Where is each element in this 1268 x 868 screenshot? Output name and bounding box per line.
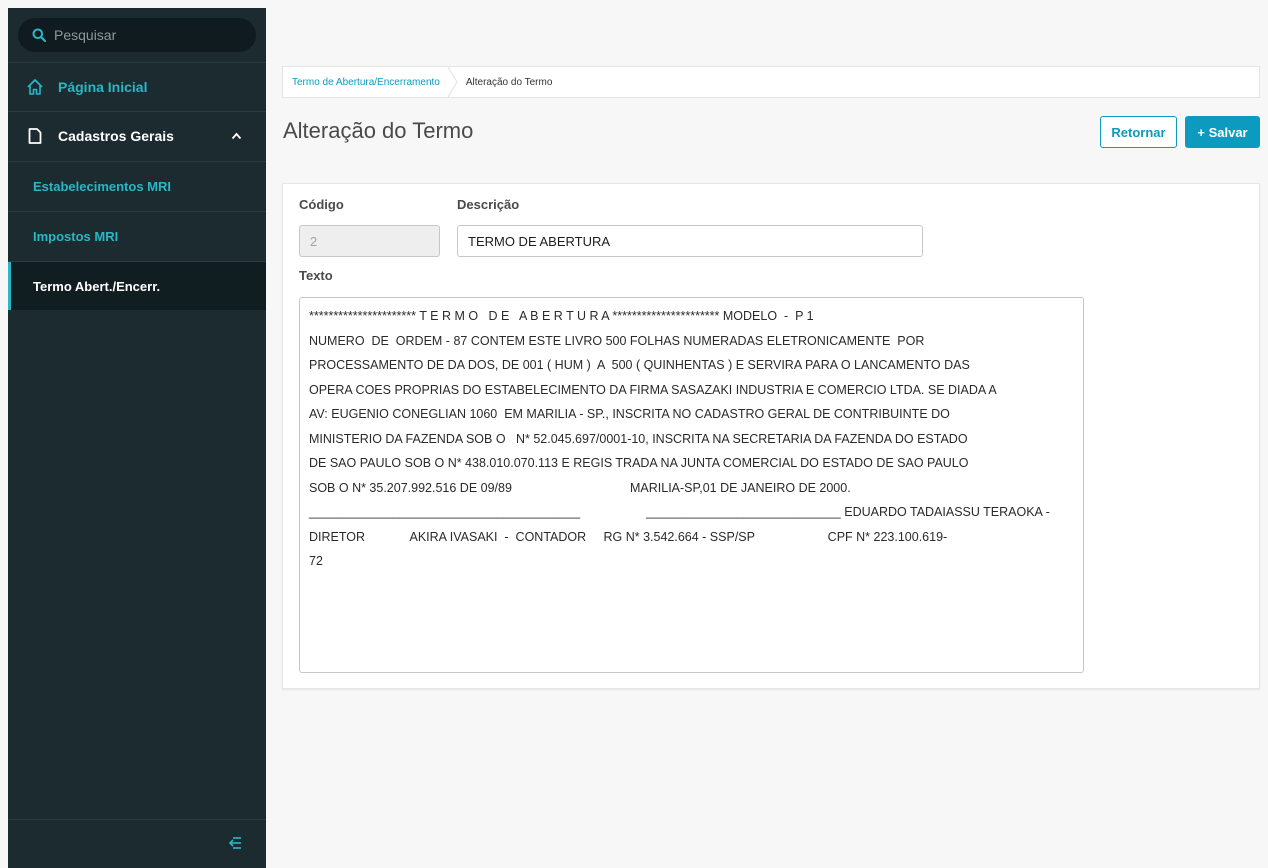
breadcrumb-link-termo[interactable]: Termo de Abertura/Encerramento [283,77,440,88]
sidebar-footer [8,819,266,868]
search-icon [32,28,46,42]
breadcrumb: Termo de Abertura/Encerramento Alteração… [282,66,1260,98]
texto-line: MINISTERIO DA FAZENDA SOB O N* 52.045.69… [309,431,968,446]
descricao-field[interactable] [457,225,923,257]
texto-line: SOB O N* 35.207.992.516 DE 09/89 MARILIA… [309,480,851,495]
texto-line: ********************** T E R M O D E A B… [309,309,814,323]
return-button[interactable]: Retornar [1100,116,1177,148]
sidebar: Página Inicial Cadastros Gerais Estabele… [8,8,266,868]
breadcrumb-current: Alteração do Termo [465,76,553,88]
texto-line: DIRETOR AKIRA IVASAKI - CONTADOR RG N* 3… [309,529,948,544]
page-title: Alteração do Termo [283,118,474,143]
sidebar-item-estabelecimentos-mri[interactable]: Estabelecimentos MRI [8,161,266,210]
search-box[interactable] [18,18,256,52]
sidebar-item-label: Página Inicial [58,79,148,95]
sidebar-item-label: Cadastros Gerais [58,128,174,144]
codigo-field [299,225,440,257]
texto-line: AV: EUGENIO CONEGLIAN 1060 EM MARILIA - … [309,407,950,421]
texto-label: Texto [299,268,333,283]
texto-line: OPERA COES PROPRIAS DO ESTABELECIMENTO D… [309,382,997,397]
texto-line: _______________________________________ … [309,505,1050,519]
document-icon [28,128,42,144]
sidebar-item-impostos-mri[interactable]: Impostos MRI [8,211,266,260]
texto-line: 72 [309,554,323,568]
home-icon [27,79,43,95]
texto-line: DE SAO PAULO SOB O N* 438.010.070.113 E … [309,456,969,470]
texto-textarea[interactable]: ********************** T E R M O D E A B… [299,297,1084,673]
sidebar-item-label: Estabelecimentos MRI [33,178,171,194]
sidebar-item-label: Impostos MRI [33,228,119,244]
codigo-label: Código [299,197,344,212]
sidebar-item-termo-abert-encerr[interactable]: Termo Abert./Encerr. [8,261,266,310]
sidebar-item-home[interactable]: Página Inicial [8,62,266,111]
sidebar-item-label: Termo Abert./Encerr. [33,278,161,294]
form-card: Código Descrição Texto *****************… [282,183,1260,689]
search-input[interactable] [52,26,246,44]
chevron-up-icon[interactable] [231,132,242,140]
sidebar-item-cadastros-gerais[interactable]: Cadastros Gerais [8,111,266,160]
texto-line: NUMERO DE ORDEM - 87 CONTEM ESTE LIVRO 5… [309,333,925,348]
save-button[interactable]: + Salvar [1185,116,1260,148]
collapse-menu-icon[interactable] [228,836,242,850]
descricao-label: Descrição [457,197,520,212]
breadcrumb-separator-icon [447,67,458,97]
texto-line: PROCESSAMENTO DE DA DOS, DE 001 ( HUM ) … [309,358,970,372]
